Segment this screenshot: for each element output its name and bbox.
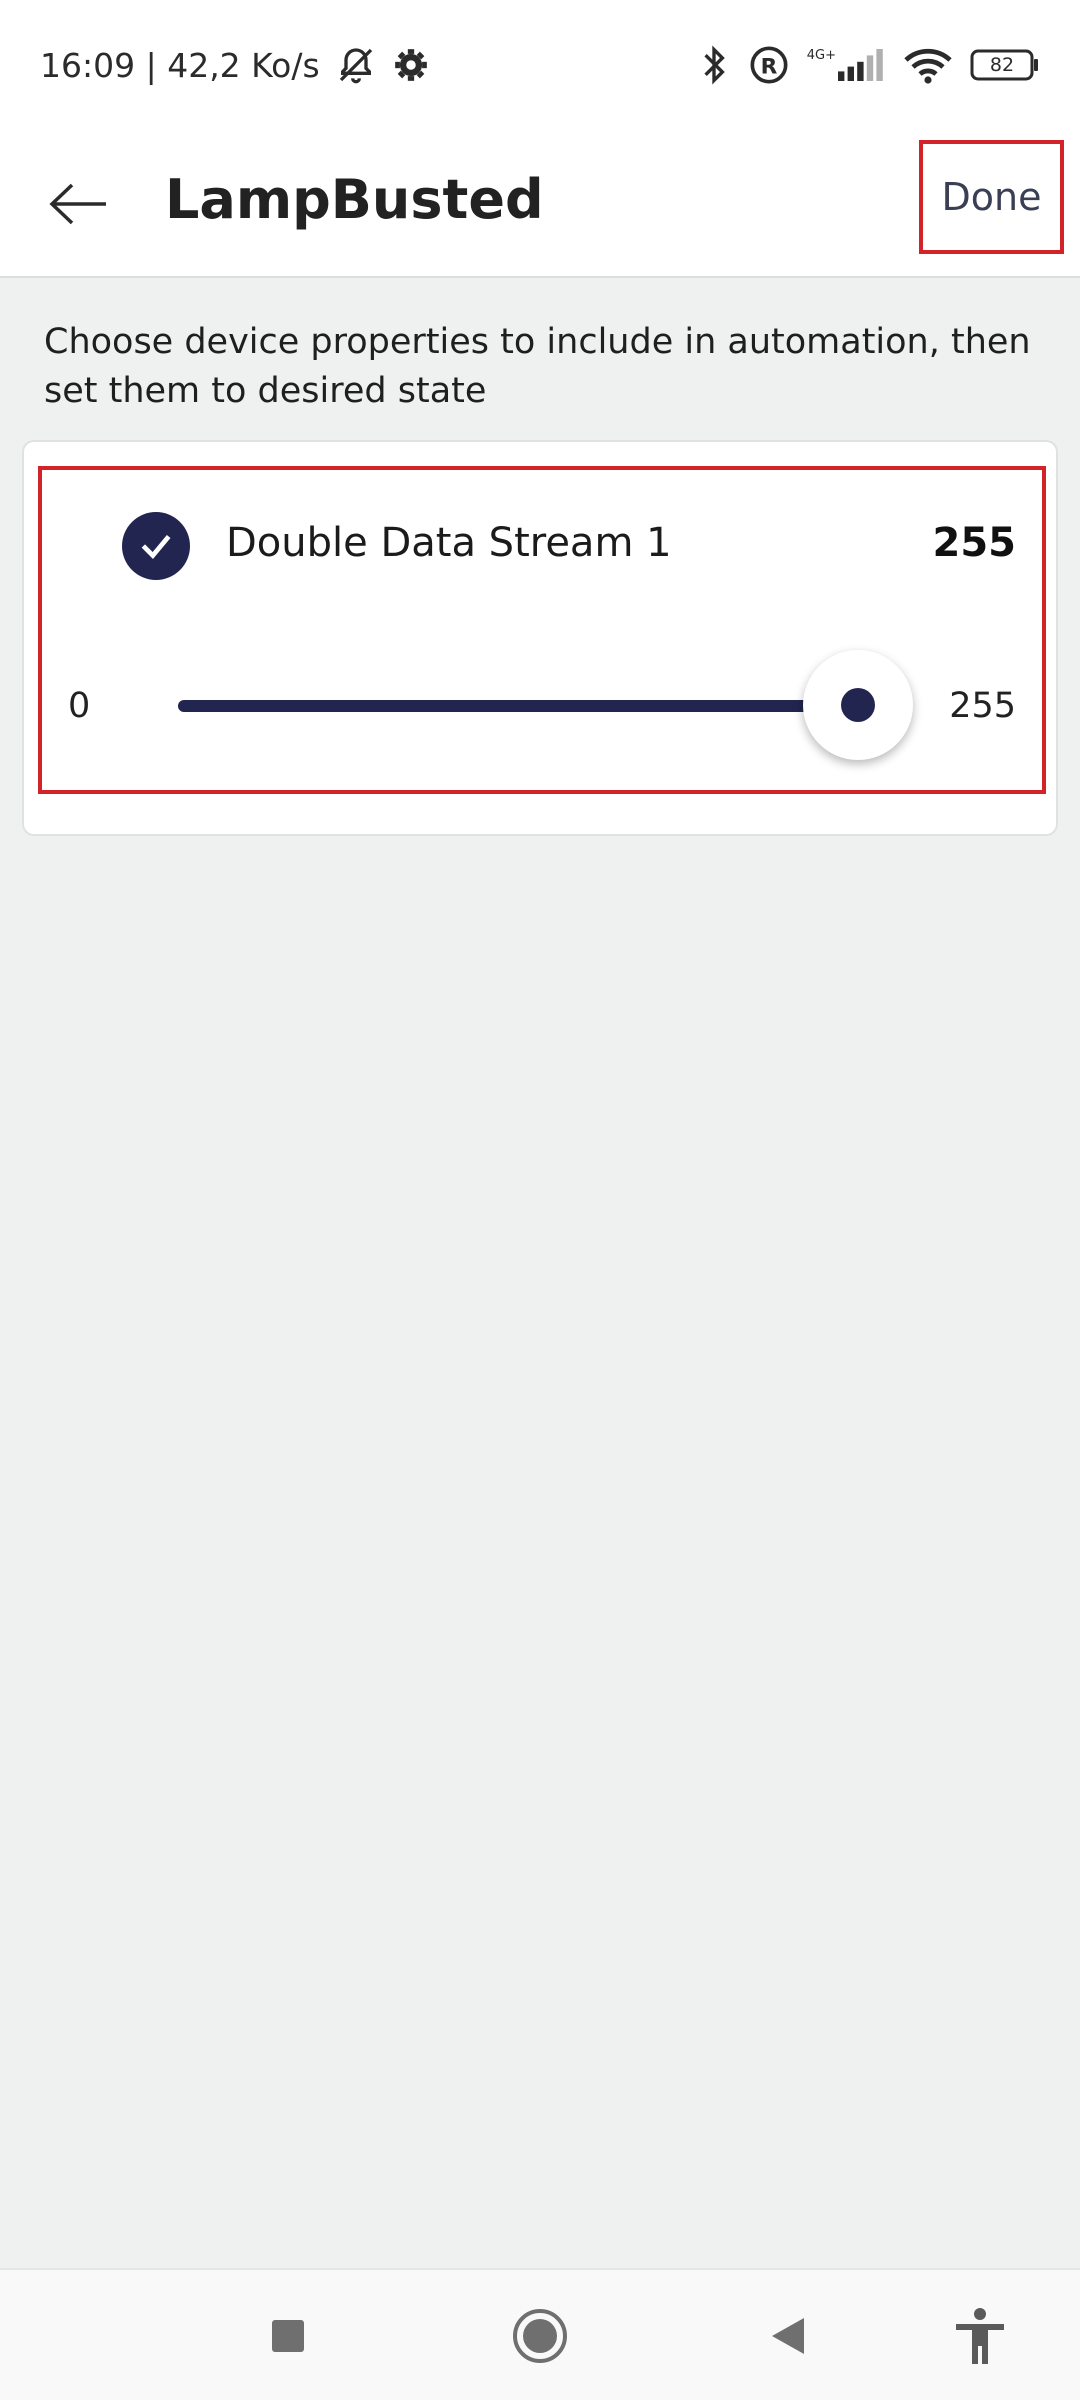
- home-button[interactable]: [504, 2300, 576, 2372]
- accessibility-icon: [956, 2308, 1004, 2364]
- slider-thumb[interactable]: [803, 650, 913, 760]
- accessibility-button[interactable]: [944, 2300, 1016, 2372]
- network-type: 4G+: [806, 48, 836, 63]
- signal-icon: 4G+: [807, 48, 886, 82]
- wifi-icon: [904, 46, 952, 84]
- home-circle-icon: [513, 2309, 567, 2363]
- back-triangle-icon: [772, 2318, 804, 2354]
- back-nav-button[interactable]: [752, 2300, 824, 2372]
- page-title: LampBusted: [165, 168, 544, 231]
- slider-track[interactable]: [178, 700, 858, 712]
- arrow-left-icon: [49, 183, 106, 225]
- slider-thumb-dot: [841, 688, 875, 722]
- property-row: Double Data Stream 1 255 0 255: [38, 466, 1046, 794]
- property-checkbox[interactable]: [122, 512, 190, 580]
- status-right: R 4G+ 82: [697, 44, 1040, 86]
- status-time-speed: 16:09 | 42,2 Ko/s: [40, 45, 320, 85]
- checkmark-icon: [141, 534, 171, 560]
- property-card: Double Data Stream 1 255 0 255: [22, 440, 1058, 836]
- recents-button[interactable]: [252, 2300, 324, 2372]
- bluetooth-icon: [697, 44, 731, 86]
- status-bar: 16:09 | 42,2 Ko/s R 4G+ 82: [0, 0, 1080, 130]
- battery-icon: 82: [970, 48, 1040, 82]
- app-bar: LampBusted Done: [0, 130, 1080, 278]
- slider-min-label: 0: [68, 686, 91, 726]
- status-left: 16:09 | 42,2 Ko/s: [40, 45, 430, 85]
- slider-max-label: 255: [949, 686, 1016, 726]
- back-button[interactable]: [34, 160, 122, 248]
- property-value: 255: [932, 520, 1017, 566]
- svg-text:R: R: [760, 54, 777, 79]
- done-button[interactable]: Done: [919, 140, 1064, 254]
- system-nav-bar: [0, 2268, 1080, 2400]
- settings-gear-icon: [392, 46, 430, 84]
- roaming-icon: R: [749, 45, 789, 85]
- property-label: Double Data Stream 1: [226, 520, 672, 566]
- slider-fill: [178, 700, 858, 712]
- mute-icon: [336, 45, 376, 85]
- battery-level: 82: [989, 54, 1015, 76]
- instructions-text: Choose device properties to include in a…: [44, 322, 1031, 411]
- recents-square-icon: [272, 2320, 304, 2352]
